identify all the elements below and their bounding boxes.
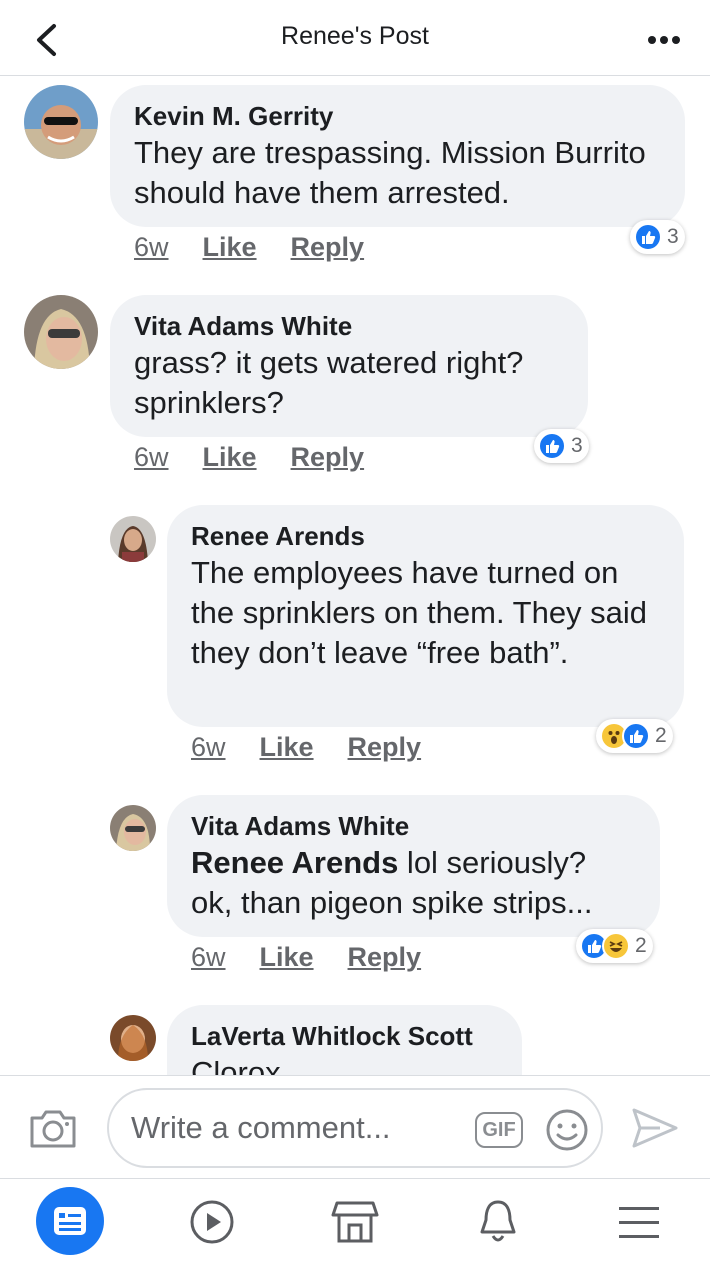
comment-time[interactable]: 6w <box>191 942 226 973</box>
send-icon <box>632 1108 678 1148</box>
comment-input-placeholder: Write a comment... <box>131 1110 391 1145</box>
store-icon <box>331 1201 379 1243</box>
nav-menu[interactable] <box>604 1187 674 1257</box>
nav-marketplace[interactable] <box>320 1187 390 1257</box>
comment-bubble: LaVerta Whitlock Scott Clorox <box>167 1005 522 1075</box>
bell-icon <box>480 1200 516 1242</box>
emoji-button[interactable] <box>545 1108 589 1152</box>
bottom-navigation <box>0 1178 710 1262</box>
like-button[interactable]: Like <box>260 732 314 763</box>
like-button[interactable]: Like <box>203 232 257 263</box>
avatar[interactable] <box>110 1015 156 1061</box>
comment-author[interactable]: LaVerta Whitlock Scott <box>191 1019 498 1053</box>
comment-time[interactable]: 6w <box>134 232 169 263</box>
reaction-summary[interactable]: 2 <box>576 929 653 963</box>
comment-author[interactable]: Kevin M. Gerrity <box>134 99 661 133</box>
send-button[interactable] <box>630 1106 680 1150</box>
comment-bubble: Renee Arends The employees have turned o… <box>167 505 684 727</box>
comment-actions: 6w Like Reply <box>191 942 421 973</box>
reaction-count: 3 <box>571 434 583 457</box>
comment-composer: Write a comment... GIF <box>0 1075 710 1178</box>
comment-author[interactable]: Vita Adams White <box>134 309 564 343</box>
comment-time[interactable]: 6w <box>191 732 226 763</box>
avatar[interactable] <box>110 805 156 851</box>
more-dots-icon <box>648 36 680 44</box>
top-bar: Renee's Post <box>0 0 710 76</box>
avatar[interactable] <box>110 516 156 562</box>
nav-news-feed[interactable] <box>36 1187 104 1255</box>
reply-button[interactable]: Reply <box>348 942 422 973</box>
more-options-button[interactable] <box>644 22 684 58</box>
comment-text: They are trespassing. Mission Burrito sh… <box>134 135 646 210</box>
hamburger-icon <box>619 1207 659 1238</box>
reply-button[interactable]: Reply <box>291 442 365 473</box>
comment-author[interactable]: Renee Arends <box>191 519 660 553</box>
comment-input[interactable]: Write a comment... GIF <box>107 1088 603 1168</box>
comment-actions: 6w Like Reply <box>191 732 421 763</box>
comment-text: The employees have turned on the sprinkl… <box>191 555 648 670</box>
mention-link[interactable]: Renee Arends <box>191 845 398 880</box>
reply-button[interactable]: Reply <box>348 732 422 763</box>
reply-button[interactable]: Reply <box>291 232 365 263</box>
reaction-summary[interactable]: 2 <box>596 719 673 753</box>
like-button[interactable]: Like <box>203 442 257 473</box>
like-button[interactable]: Like <box>260 942 314 973</box>
nav-watch[interactable] <box>177 1187 247 1257</box>
haha-reaction-icon <box>602 932 630 960</box>
comment-time[interactable]: 6w <box>134 442 169 473</box>
comments-list: Kevin M. Gerrity They are trespassing. M… <box>0 77 710 1075</box>
camera-icon <box>30 1110 76 1148</box>
comment-actions: 6w Like Reply <box>134 232 364 263</box>
reaction-count: 2 <box>655 724 667 747</box>
like-reaction-icon <box>634 223 662 251</box>
like-reaction-icon <box>538 432 566 460</box>
reaction-summary[interactable]: 3 <box>630 220 685 254</box>
avatar[interactable] <box>24 85 98 159</box>
smiley-icon <box>546 1109 588 1151</box>
comment-text: Clorox <box>191 1055 281 1075</box>
camera-button[interactable] <box>28 1106 78 1150</box>
comment-actions: 6w Like Reply <box>134 442 364 473</box>
comment-author[interactable]: Vita Adams White <box>191 809 636 843</box>
comment-bubble: Vita Adams White grass? it gets watered … <box>110 295 588 437</box>
comment-text: grass? it gets watered right? sprinklers… <box>134 345 524 420</box>
gif-button[interactable]: GIF <box>475 1112 523 1148</box>
avatar[interactable] <box>24 295 98 369</box>
nav-notifications[interactable] <box>463 1187 533 1257</box>
reaction-count: 2 <box>635 934 647 957</box>
comment-bubble: Vita Adams White Renee Arends lol seriou… <box>167 795 660 937</box>
news-feed-icon <box>54 1207 86 1235</box>
comment-text: Renee Arends lol seriously? ok, than pig… <box>191 843 636 923</box>
reaction-summary[interactable]: 3 <box>534 429 589 463</box>
play-icon <box>190 1200 234 1244</box>
reaction-count: 3 <box>667 225 679 248</box>
comment-bubble: Kevin M. Gerrity They are trespassing. M… <box>110 85 685 227</box>
page-title: Renee's Post <box>281 22 429 50</box>
like-reaction-icon <box>622 722 650 750</box>
